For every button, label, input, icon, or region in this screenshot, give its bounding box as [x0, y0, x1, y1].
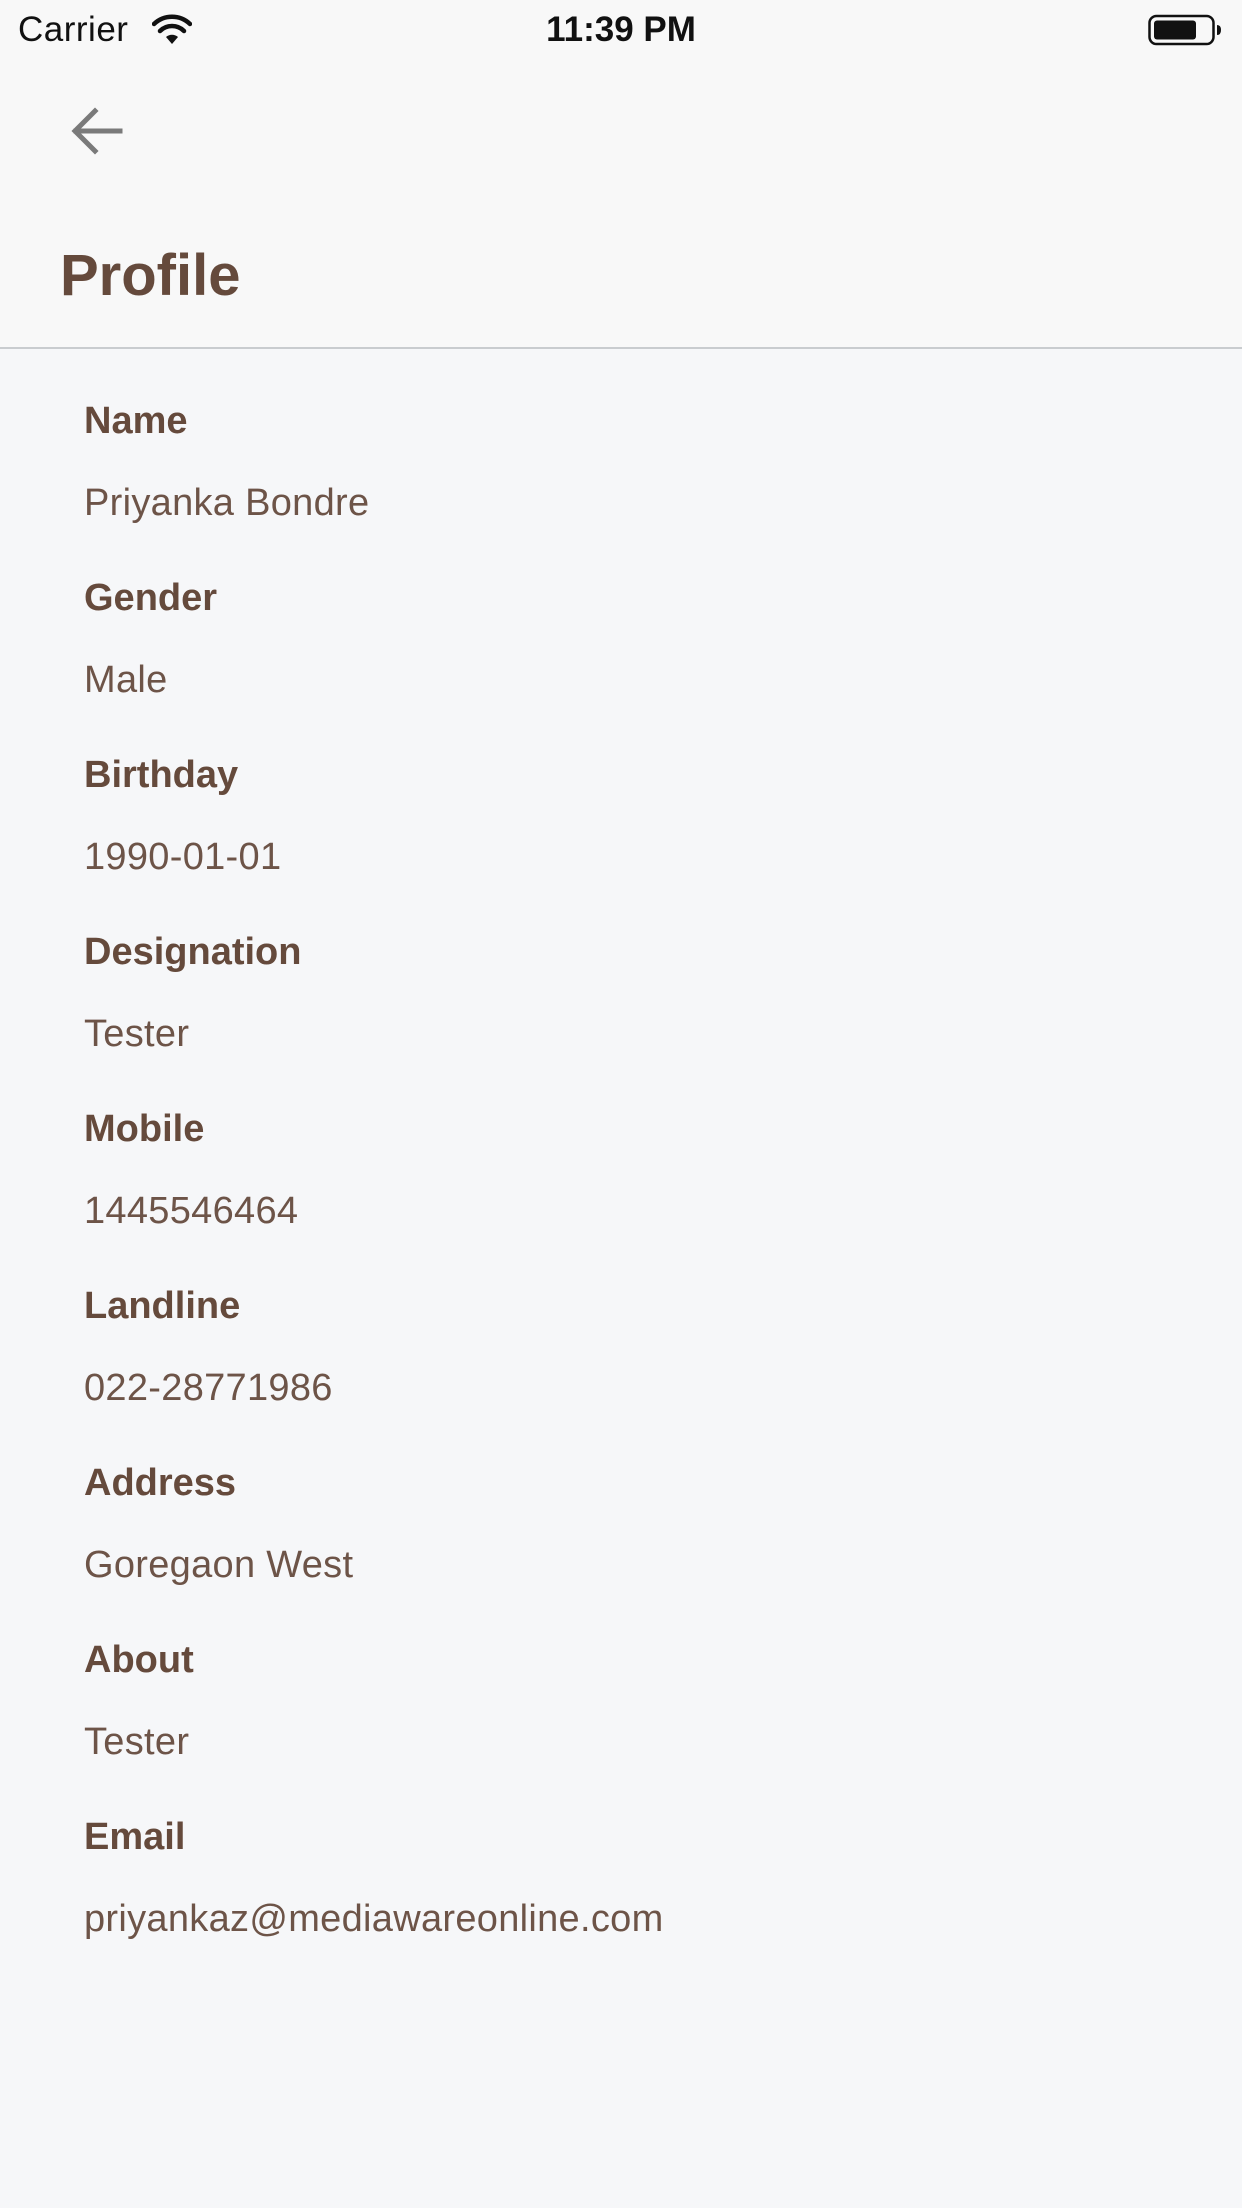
arrow-left-icon — [71, 107, 123, 155]
field-label: Email — [84, 1816, 186, 1858]
field-label: Mobile — [84, 1108, 205, 1150]
field-address: Address Goregaon West — [84, 1462, 1184, 1639]
field-label: Landline — [84, 1285, 241, 1327]
field-value: 022-28771986 — [84, 1367, 333, 1409]
status-bar: Carrier 11:39 PM — [0, 0, 1242, 62]
field-label: About — [84, 1639, 194, 1681]
field-value: priyankaz@mediawareonline.com — [84, 1898, 664, 1940]
field-value: 1445546464 — [84, 1190, 299, 1232]
field-label: Gender — [84, 577, 218, 619]
navigation-bar: Profile — [0, 62, 1242, 349]
field-designation: Designation Tester — [84, 931, 1184, 1108]
field-value: Priyanka Bondre — [84, 482, 370, 524]
field-value: Goregaon West — [84, 1544, 354, 1586]
back-button[interactable] — [62, 96, 132, 166]
field-about: About Tester — [84, 1639, 1184, 1816]
status-time: 11:39 PM — [546, 10, 696, 49]
field-birthday: Birthday 1990-01-01 — [84, 754, 1184, 931]
field-label: Name — [84, 400, 188, 442]
field-value: Tester — [84, 1721, 190, 1763]
profile-details: Name Priyanka Bondre Gender Male Birthda… — [84, 400, 1184, 1993]
field-label: Birthday — [84, 754, 239, 796]
field-label: Address — [84, 1462, 237, 1504]
field-label: Designation — [84, 931, 302, 973]
field-name: Name Priyanka Bondre — [84, 400, 1184, 577]
field-value: Male — [84, 659, 168, 701]
field-mobile: Mobile 1445546464 — [84, 1108, 1184, 1285]
field-value: 1990-01-01 — [84, 836, 282, 878]
field-value: Tester — [84, 1013, 190, 1055]
battery-icon — [1148, 14, 1221, 46]
field-landline: Landline 022-28771986 — [84, 1285, 1184, 1462]
field-gender: Gender Male — [84, 577, 1184, 754]
field-email: Email priyankaz@mediawareonline.com — [84, 1816, 1184, 1993]
page-title: Profile — [60, 243, 241, 308]
